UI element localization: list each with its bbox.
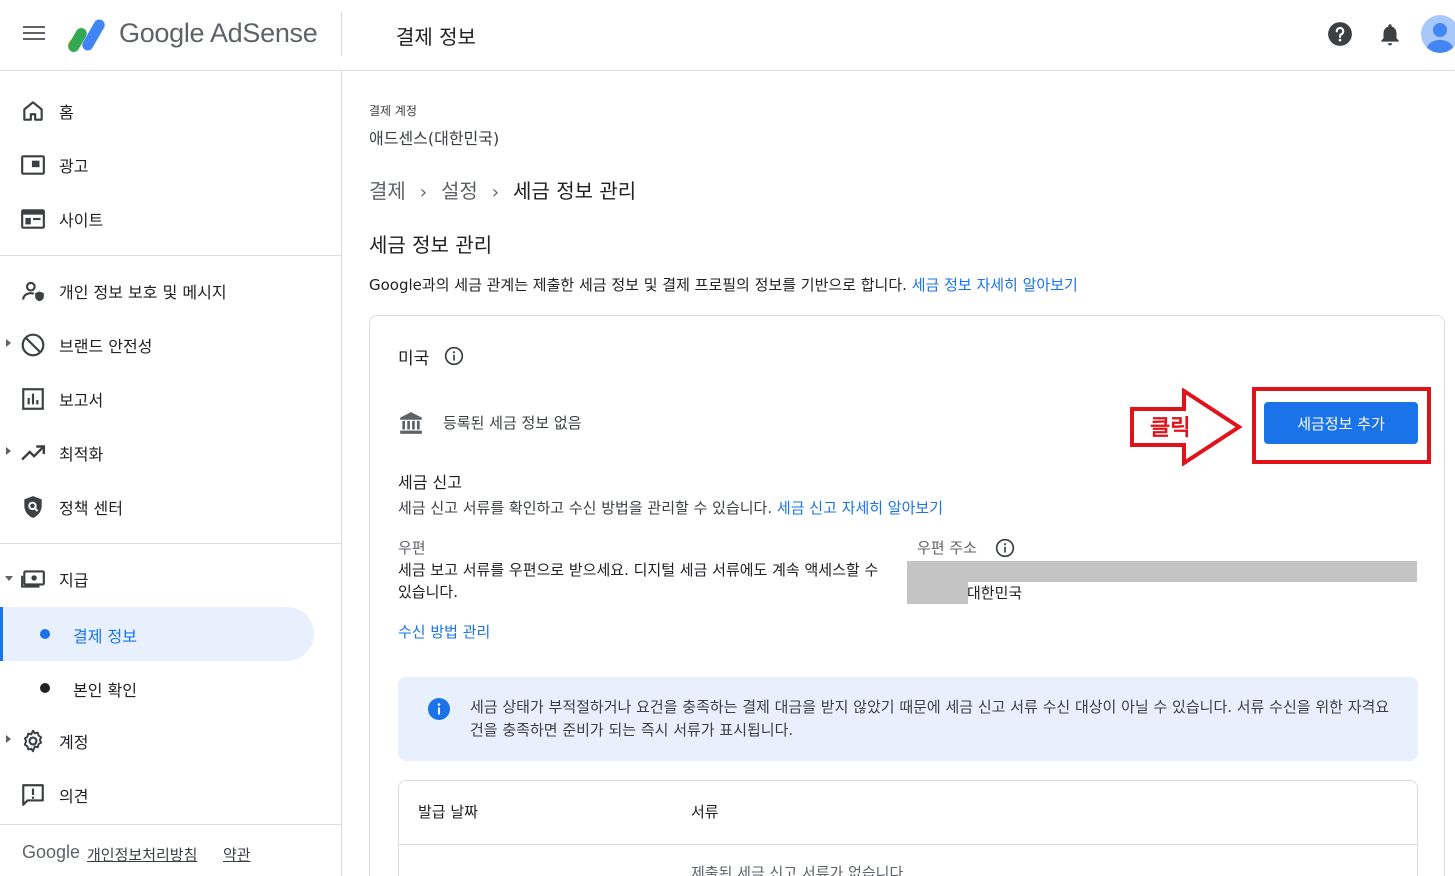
mailing-address-label: 우편 주소: [917, 539, 977, 557]
trending-up-icon: [21, 445, 46, 461]
description-text: Google과의 세금 관계는 제출한 세금 정보 및 결제 프로필의 정보를 …: [369, 276, 907, 294]
expand-caret-icon[interactable]: [6, 339, 11, 347]
nav-divider: [0, 543, 342, 544]
nav-item-ads[interactable]: 광고: [0, 138, 342, 190]
main-content: 결제 계정 애드센스(대한민국) 결제 › 설정 › 세금 정보 관리 세금 정보 관리…: [342, 71, 1455, 876]
nav-item-reports[interactable]: 보고서: [0, 372, 342, 424]
privacy-icon: [22, 281, 44, 302]
table-divider: [399, 844, 1417, 845]
reports-icon: [22, 388, 44, 410]
tax-filing-description: 세금 신고 서류를 확인하고 수신 방법을 관리할 수 있습니다. 세금 신고 …: [398, 497, 943, 518]
nav-item-sites[interactable]: 사이트: [0, 192, 342, 244]
privacy-policy-link[interactable]: 개인정보처리방침: [87, 844, 197, 865]
country-title: 미국: [398, 349, 430, 369]
nav-item-policy-center[interactable]: 정책 센터: [0, 480, 342, 532]
breadcrumb-payments[interactable]: 결제: [369, 175, 406, 204]
page-title: 결제 정보: [396, 25, 476, 49]
nav-label: 의견: [59, 787, 89, 806]
sites-icon: [21, 209, 45, 229]
section-title: 세금 정보 관리: [369, 233, 493, 257]
breadcrumb-current: 세금 정보 관리: [513, 179, 637, 203]
address-country: 대한민국: [967, 584, 1023, 602]
tax-info-learn-more-link[interactable]: 세금 정보 자세히 알아보기: [912, 276, 1078, 294]
info-icon[interactable]: [444, 346, 464, 366]
redacted-address-block: [907, 582, 968, 604]
google-footer-logo: Google: [22, 842, 81, 862]
nav-label: 계정: [59, 733, 89, 752]
nav-item-privacy[interactable]: 개인 정보 보호 및 메시지: [0, 264, 342, 316]
nav-item-home[interactable]: 홈: [0, 84, 342, 136]
no-tax-info-text: 등록된 세금 정보 없음: [443, 414, 582, 432]
nav-item-feedback[interactable]: 의견: [0, 768, 342, 820]
bullet-icon: [40, 629, 50, 639]
expand-caret-icon[interactable]: [6, 735, 11, 743]
nav-label: 개인 정보 보호 및 메시지: [59, 283, 227, 302]
header-divider: [341, 12, 342, 56]
nav-label: 사이트: [59, 211, 104, 230]
feedback-icon: [22, 784, 44, 806]
add-tax-info-button[interactable]: 세금정보 추가: [1264, 402, 1418, 444]
top-app-bar: Google AdSense 결제 정보: [0, 0, 1455, 71]
nav-label: 브랜드 안전성: [59, 337, 153, 356]
breadcrumb-settings[interactable]: 설정: [441, 175, 478, 204]
collapse-caret-icon[interactable]: [5, 576, 13, 581]
avatar[interactable]: [1421, 15, 1455, 53]
click-annotation-label: 클릭: [1150, 416, 1191, 441]
nav-label: 광고: [59, 157, 89, 176]
tax-documents-table: 발급 날짜 서류 제출된 세금 신고 서류가 없습니다: [398, 780, 1418, 876]
terms-link[interactable]: 약관: [223, 844, 251, 865]
nav-item-optimization[interactable]: 최적화: [0, 426, 342, 478]
column-header-issue-date[interactable]: 발급 날짜: [418, 801, 478, 822]
notice-text: 세금 상태가 부적절하거나 요건을 충족하는 결제 대금을 받지 않았기 때문에…: [470, 698, 1390, 739]
home-icon: [23, 101, 43, 121]
notice-info-icon: [428, 698, 450, 720]
chevron-right-icon: ›: [491, 182, 500, 203]
eligibility-notice: 세금 상태가 부적절하거나 요건을 충족하는 결제 대금을 받지 않았기 때문에…: [398, 677, 1418, 761]
side-navigation: 홈 광고 사이트 개인 정보 보호 및 메시지 브랜드 안전성 보고서 최적화 …: [0, 71, 342, 876]
nav-item-payments[interactable]: 지급: [0, 552, 342, 604]
main-menu-icon[interactable]: [20, 22, 48, 50]
nav-label: 최적화: [59, 445, 104, 464]
sub-item-payment-info[interactable]: 결제 정보: [0, 607, 314, 661]
manage-delivery-link[interactable]: 수신 방법 관리: [398, 621, 490, 642]
nav-label: 정책 센터: [59, 499, 123, 518]
nav-item-account[interactable]: 계정: [0, 714, 342, 766]
adsense-logo: [68, 19, 105, 52]
sidebar-footer: Google 개인정보처리방침 약관: [0, 824, 342, 876]
sub-item-label: 본인 확인: [73, 681, 137, 700]
nav-divider: [0, 255, 342, 256]
block-icon: [21, 333, 45, 357]
nav-label: 지급: [59, 571, 89, 590]
ads-icon: [21, 155, 45, 175]
mail-label: 우편: [398, 539, 426, 557]
account-name: 애드센스(대한민국): [369, 129, 500, 148]
account-avatar-icon: [1427, 23, 1453, 53]
brand-name: Google AdSense: [119, 18, 318, 48]
address-info-icon[interactable]: [995, 538, 1015, 558]
chevron-right-icon: ›: [419, 182, 428, 203]
expand-caret-icon[interactable]: [6, 447, 11, 455]
gear-icon: [23, 729, 43, 753]
nav-item-brand-safety[interactable]: 브랜드 안전성: [0, 318, 342, 370]
shield-icon: [24, 496, 42, 518]
filing-desc-text: 세금 신고 서류를 확인하고 수신 방법을 관리할 수 있습니다.: [398, 499, 773, 517]
bank-icon: [400, 412, 422, 434]
notifications-icon[interactable]: [1377, 21, 1403, 47]
breadcrumb: 결제 › 설정 › 세금 정보 관리: [369, 175, 636, 204]
empty-state-text: 제출된 세금 신고 서류가 없습니다: [691, 864, 904, 876]
tax-filing-learn-more-link[interactable]: 세금 신고 자세히 알아보기: [777, 499, 943, 517]
bullet-icon: [40, 683, 50, 693]
nav-label: 홈: [59, 103, 74, 122]
sub-item-verification[interactable]: 본인 확인: [0, 661, 314, 715]
mail-description: 세금 보고 서류를 우편으로 받으세요. 디지털 세금 서류에도 계속 액세스할…: [398, 561, 879, 601]
page-description: Google과의 세금 관계는 제출한 세금 정보 및 결제 프로필의 정보를 …: [369, 274, 1078, 295]
redacted-address-block: [907, 561, 1417, 582]
sub-item-label: 결제 정보: [73, 627, 137, 646]
column-header-documents: 서류: [691, 803, 719, 821]
help-icon[interactable]: [1327, 21, 1353, 47]
tax-filing-title: 세금 신고: [398, 473, 462, 492]
nav-label: 보고서: [59, 391, 104, 410]
account-label: 결제 계정: [369, 104, 417, 118]
payments-icon: [21, 570, 45, 588]
